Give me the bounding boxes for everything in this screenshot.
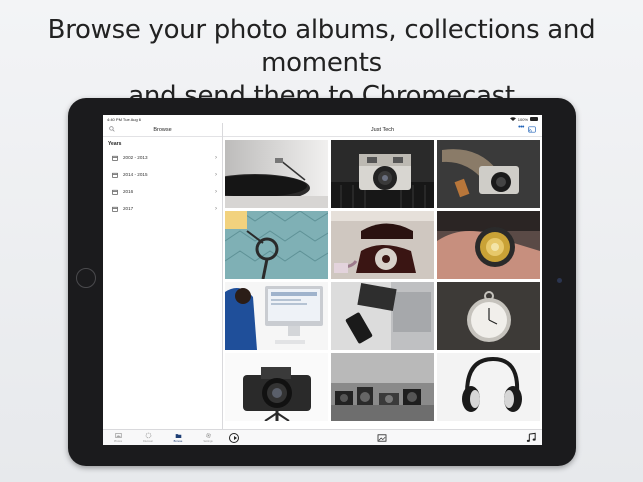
- home-button[interactable]: [76, 268, 96, 288]
- ipad-device: 4:40 PM Tue Aug 6 100% Browse Years 2002…: [68, 98, 576, 466]
- chevron-right-icon: ›: [215, 205, 217, 212]
- calendar-icon: [112, 189, 118, 195]
- photos-icon: [114, 433, 122, 438]
- sidebar-item-label: 2014 - 2015: [123, 172, 148, 177]
- photo-tile-dslr[interactable]: [225, 353, 328, 421]
- chevron-right-icon: ›: [215, 154, 217, 161]
- sidebar-item-2002-2013[interactable]: 2002 - 2013 ›: [103, 149, 222, 166]
- tab-settings[interactable]: Settings: [194, 432, 222, 443]
- photo-tile-notebook-phone[interactable]: [331, 282, 434, 350]
- gear-icon: [205, 433, 211, 438]
- front-camera: [557, 278, 562, 283]
- search-icon[interactable]: [109, 126, 115, 132]
- status-bar: 4:40 PM Tue Aug 6 100%: [103, 115, 542, 123]
- battery-percent: 100%: [517, 116, 528, 122]
- photo-grid: [225, 140, 540, 428]
- slideshow-icon[interactable]: [377, 434, 387, 442]
- status-time: 4:40 PM Tue Aug 6: [107, 116, 142, 122]
- music-note-icon[interactable]: [526, 432, 536, 443]
- wifi-icon: [509, 116, 516, 122]
- photo-tile-lamp[interactable]: [225, 211, 328, 279]
- photo-tile-headphones[interactable]: [437, 353, 540, 421]
- sidebar-item-2017[interactable]: 2017 ›: [103, 200, 222, 217]
- photo-tile-lens-in-hand[interactable]: [437, 211, 540, 279]
- app-screen: 4:40 PM Tue Aug 6 100% Browse Years 2002…: [103, 115, 542, 445]
- tab-label: Settings: [203, 440, 213, 443]
- tab-label: Browse: [173, 440, 183, 443]
- calendar-icon: [112, 206, 118, 212]
- sidebar: Browse Years 2002 - 2013 › 2014 - 2015 ›: [103, 123, 223, 445]
- tab-bar: Photos Discover Browse Settings: [103, 429, 223, 445]
- headline-line-1: Browse your photo albums, collections an…: [47, 15, 596, 78]
- tab-browse[interactable]: Browse: [164, 432, 192, 443]
- main-header: Just Tech •••: [223, 123, 542, 137]
- sidebar-item-2014-2015[interactable]: 2014 - 2015 ›: [103, 166, 222, 183]
- battery-icon: [530, 117, 538, 121]
- photo-tile-camera-strap[interactable]: [437, 140, 540, 208]
- sidebar-title: Browse: [153, 126, 172, 133]
- sidebar-header: Browse: [103, 123, 222, 137]
- cast-icon[interactable]: [528, 126, 536, 133]
- photo-tile-imac[interactable]: [225, 282, 328, 350]
- sidebar-item-2016[interactable]: 2016 ›: [103, 183, 222, 200]
- player-toolbar: [223, 429, 542, 445]
- main-content: Just Tech •••: [223, 123, 542, 445]
- photo-tile-pocket-watch[interactable]: [437, 282, 540, 350]
- sidebar-item-label: 2017: [123, 206, 134, 211]
- discover-icon: [145, 432, 151, 439]
- tab-photos[interactable]: Photos: [104, 432, 132, 443]
- chevron-right-icon: ›: [215, 171, 217, 178]
- sidebar-item-label: 2002 - 2013: [123, 155, 148, 160]
- calendar-icon: [112, 155, 118, 161]
- browse-icon: [175, 434, 181, 438]
- play-button[interactable]: [229, 433, 239, 443]
- photo-tile-vintage-camera[interactable]: [331, 140, 434, 208]
- calendar-icon: [112, 172, 118, 178]
- chevron-right-icon: ›: [215, 188, 217, 195]
- photo-tile-rotary-phone[interactable]: [331, 211, 434, 279]
- tab-label: Discover: [142, 440, 154, 443]
- sidebar-item-label: 2016: [123, 189, 134, 194]
- more-options-button[interactable]: •••: [518, 124, 524, 131]
- tab-label: Photos: [113, 440, 123, 443]
- photo-tile-camera-shelf[interactable]: [331, 353, 434, 421]
- photo-tile-record-player[interactable]: [225, 140, 328, 208]
- section-title-years: Years: [108, 141, 122, 147]
- album-title: Just Tech: [370, 126, 395, 133]
- tab-discover[interactable]: Discover: [134, 432, 162, 443]
